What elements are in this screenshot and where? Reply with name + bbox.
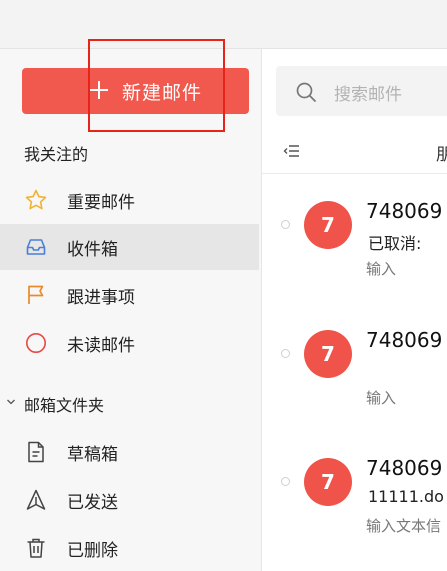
star-icon <box>25 189 47 210</box>
folders-section-title[interactable]: 邮箱文件夹 <box>24 392 104 416</box>
sidebar-item-deleted[interactable]: 已删除 <box>0 525 259 571</box>
search-placeholder: 搜索邮件 <box>334 85 402 105</box>
avatar: 7 <box>304 330 352 378</box>
sidebar-item-important[interactable]: 重要邮件 <box>0 177 259 223</box>
trash-icon <box>27 538 45 558</box>
inbox-icon <box>26 239 46 255</box>
toolbar-cut-text: 朋 <box>436 145 447 165</box>
mail-sender: 748069 <box>366 328 443 352</box>
unread-dot-icon[interactable] <box>281 349 290 358</box>
sidebar-item-drafts[interactable]: 草稿箱 <box>0 429 259 475</box>
search-icon <box>296 82 316 102</box>
avatar: 7 <box>304 458 352 506</box>
unread-circle-icon <box>26 333 46 353</box>
avatar: 7 <box>304 201 352 249</box>
sidebar-item-unread[interactable]: 未读邮件 <box>0 320 259 366</box>
mail-list-item[interactable]: 7 748069 输入 <box>262 304 447 432</box>
sidebar-item-label: 已删除 <box>67 540 118 561</box>
followed-section-title: 我关注的 <box>24 145 89 164</box>
sent-paper-plane-icon <box>26 489 46 510</box>
mail-sender: 748069 <box>366 199 443 223</box>
search-box[interactable]: 搜索邮件 <box>276 66 447 116</box>
mail-subject: 11111.do <box>368 487 444 506</box>
sidebar-item-label: 收件箱 <box>67 239 118 260</box>
sidebar-item-label: 未读邮件 <box>67 335 135 356</box>
sidebar: 新建邮件 我关注的 重要邮件 收件箱 跟进事项 未读邮件 邮箱文件夹 草稿箱 已… <box>0 49 262 571</box>
mail-list-item[interactable]: 7 748069 已取消: 输入 <box>262 175 447 303</box>
mail-subject: 已取消: <box>368 234 422 253</box>
mail-list-toolbar: 朋 <box>262 133 447 174</box>
sidebar-item-sent[interactable]: 已发送 <box>0 477 259 523</box>
sidebar-item-label: 草稿箱 <box>67 444 118 465</box>
sidebar-item-inbox[interactable]: 收件箱 <box>0 224 259 270</box>
unread-dot-icon[interactable] <box>281 220 290 229</box>
compose-mail-label: 新建邮件 <box>122 81 203 104</box>
flag-icon <box>28 285 44 304</box>
plus-icon <box>88 79 110 101</box>
draft-document-icon <box>28 441 44 463</box>
chevron-down-icon[interactable] <box>6 397 16 407</box>
compose-mail-button[interactable]: 新建邮件 <box>22 68 249 114</box>
mail-preview: 输入 <box>366 389 397 407</box>
mail-preview: 输入 <box>366 260 397 278</box>
window-top-bar <box>0 0 447 49</box>
sidebar-item-follow-up[interactable]: 跟进事项 <box>0 272 259 318</box>
sidebar-item-label: 重要邮件 <box>67 192 135 213</box>
mail-list-panel: 搜索邮件 朋 7 748069 已取消: 输入 7 748069 输入 7 74… <box>262 49 447 571</box>
sidebar-item-label: 跟进事项 <box>67 287 135 308</box>
collapse-list-icon[interactable] <box>282 141 302 161</box>
mail-list-item[interactable]: 7 748069 11111.do 输入文本信 <box>262 432 447 560</box>
mail-sender: 748069 <box>366 456 443 480</box>
mail-preview: 输入文本信 <box>366 517 442 535</box>
unread-dot-icon[interactable] <box>281 477 290 486</box>
sidebar-item-label: 已发送 <box>67 492 118 513</box>
